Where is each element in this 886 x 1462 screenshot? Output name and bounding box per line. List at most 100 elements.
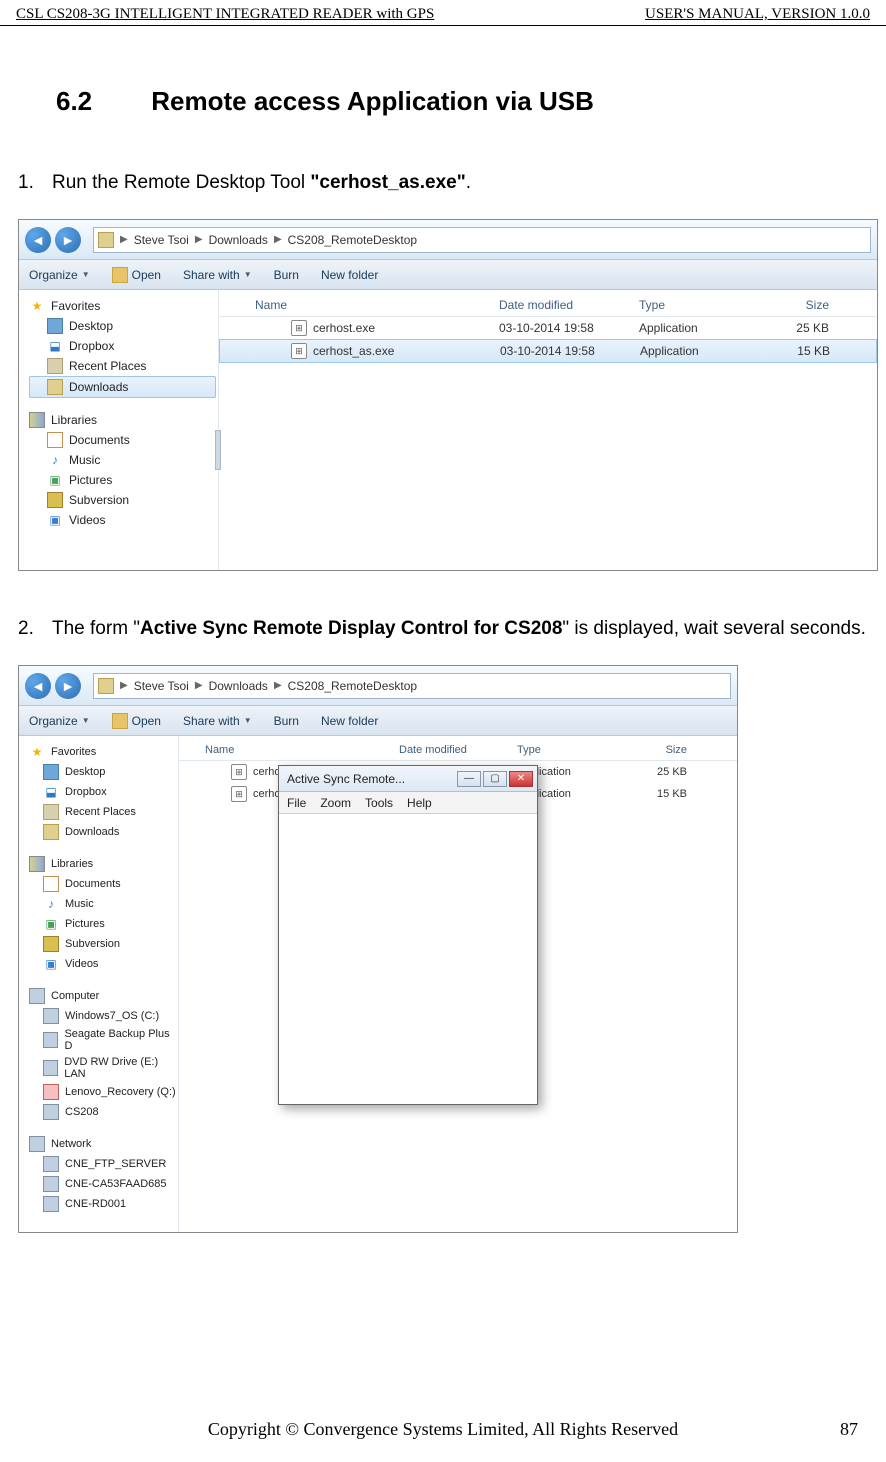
tree-item-music[interactable]: ♪Music	[29, 450, 216, 470]
share-with-button[interactable]: Share with ▼	[183, 714, 252, 728]
tree-group-libraries: Libraries Documents ♪Music ▣Pictures Sub…	[29, 410, 216, 530]
tree-header-network[interactable]: Network	[29, 1134, 176, 1154]
organize-button[interactable]: Organize ▼	[29, 268, 90, 282]
burn-button[interactable]: Burn	[274, 714, 299, 728]
tree-item-pictures[interactable]: ▣Pictures	[29, 470, 216, 490]
tree-header-libraries[interactable]: Libraries	[29, 410, 216, 430]
minimize-button[interactable]: —	[457, 771, 481, 787]
column-name[interactable]: Name	[219, 298, 499, 312]
new-folder-button[interactable]: New folder	[321, 268, 378, 282]
menu-zoom[interactable]: Zoom	[320, 796, 351, 810]
popup-menubar: File Zoom Tools Help	[279, 792, 537, 814]
breadcrumb-part-3[interactable]: CS208_RemoteDesktop	[288, 233, 417, 247]
back-button[interactable]: ◄	[25, 227, 51, 253]
computer-icon	[43, 1196, 59, 1212]
header-left: CSL CS208-3G INTELLIGENT INTEGRATED READ…	[16, 6, 434, 23]
tree-item-drive-cs208[interactable]: CS208	[29, 1102, 176, 1122]
close-button[interactable]: ✕	[509, 771, 533, 787]
videos-icon: ▣	[43, 956, 59, 972]
tree-item-music[interactable]: ♪Music	[29, 894, 176, 914]
breadcrumb-part-1[interactable]: Steve Tsoi	[134, 679, 189, 693]
tree-header-favorites[interactable]: ★Favorites	[29, 296, 216, 316]
menu-file[interactable]: File	[287, 796, 306, 810]
popup-titlebar[interactable]: Active Sync Remote... — ▢ ✕	[279, 766, 537, 792]
tree-item-recent[interactable]: Recent Places	[29, 802, 176, 822]
tree-item-drive-recovery[interactable]: Lenovo_Recovery (Q:)	[29, 1082, 176, 1102]
tree-item-subversion[interactable]: Subversion	[29, 934, 176, 954]
open-icon	[112, 713, 128, 729]
tree-item-documents[interactable]: Documents	[29, 874, 176, 894]
tree-item-dropbox[interactable]: ⬓Dropbox	[29, 782, 176, 802]
open-button[interactable]: Open	[112, 267, 161, 283]
chevron-down-icon: ▼	[244, 716, 252, 725]
star-icon: ★	[29, 744, 45, 760]
step-2-text: The form "Active Sync Remote Display Con…	[52, 611, 868, 647]
tree-item-subversion[interactable]: Subversion	[29, 490, 216, 510]
breadcrumb-part-2[interactable]: Downloads	[209, 233, 268, 247]
column-type[interactable]: Type	[639, 298, 769, 312]
breadcrumb[interactable]: ▶ Steve Tsoi ▶ Downloads ▶ CS208_RemoteD…	[93, 227, 871, 253]
tree-item-videos[interactable]: ▣Videos	[29, 510, 216, 530]
tree-group-libraries: Libraries Documents ♪Music ▣Pictures Sub…	[29, 854, 176, 974]
tree-item-dropbox[interactable]: ⬓Dropbox	[29, 336, 216, 356]
chevron-right-icon: ▶	[274, 680, 282, 691]
tree-header-libraries[interactable]: Libraries	[29, 854, 176, 874]
network-icon	[29, 1136, 45, 1152]
tree-item-desktop[interactable]: Desktop	[29, 762, 176, 782]
breadcrumb-part-3[interactable]: CS208_RemoteDesktop	[288, 679, 417, 693]
tree-header-favorites[interactable]: ★Favorites	[29, 742, 176, 762]
file-row[interactable]: ⊞cerhost_as.exe 03-10-2014 19:58 Applica…	[219, 339, 877, 363]
pictures-icon: ▣	[43, 916, 59, 932]
navigation-pane: ★Favorites Desktop ⬓Dropbox Recent Place…	[19, 290, 219, 570]
tree-item-network-3[interactable]: CNE-RD001	[29, 1194, 176, 1214]
tree-item-downloads[interactable]: Downloads	[29, 822, 176, 842]
pane-resizer[interactable]	[215, 430, 221, 470]
maximize-button[interactable]: ▢	[483, 771, 507, 787]
menu-help[interactable]: Help	[407, 796, 432, 810]
desktop-icon	[47, 318, 63, 334]
header-right: USER'S MANUAL, VERSION 1.0.0	[645, 6, 870, 23]
dvd-icon	[43, 1060, 58, 1076]
open-button[interactable]: Open	[112, 713, 161, 729]
toolbar: Organize ▼ Open Share with ▼ Burn New fo…	[19, 260, 877, 290]
menu-tools[interactable]: Tools	[365, 796, 393, 810]
file-size: 15 KB	[770, 344, 860, 358]
breadcrumb-part-2[interactable]: Downloads	[209, 679, 268, 693]
chevron-down-icon: ▼	[244, 270, 252, 279]
popup-body	[279, 814, 537, 1104]
page-content: 6.2 Remote access Application via USB 1.…	[0, 26, 886, 1233]
open-icon	[112, 267, 128, 283]
file-row[interactable]: ⊞cerhost.exe 03-10-2014 19:58 Applicatio…	[219, 317, 877, 339]
tree-item-network-1[interactable]: CNE_FTP_SERVER	[29, 1154, 176, 1174]
tree-item-downloads[interactable]: Downloads	[29, 376, 216, 398]
tree-header-computer[interactable]: Computer	[29, 986, 176, 1006]
tree-item-documents[interactable]: Documents	[29, 430, 216, 450]
breadcrumb[interactable]: ▶ Steve Tsoi ▶ Downloads ▶ CS208_RemoteD…	[93, 673, 731, 699]
tree-item-videos[interactable]: ▣Videos	[29, 954, 176, 974]
tree-item-pictures[interactable]: ▣Pictures	[29, 914, 176, 934]
tree-item-recent[interactable]: Recent Places	[29, 356, 216, 376]
organize-button[interactable]: Organize ▼	[29, 714, 90, 728]
column-size[interactable]: Size	[769, 298, 859, 312]
share-with-button[interactable]: Share with ▼	[183, 268, 252, 282]
back-button[interactable]: ◄	[25, 673, 51, 699]
tree-item-drive-dvd[interactable]: DVD RW Drive (E:) LAN	[29, 1054, 176, 1082]
copyright-text: Copyright © Convergence Systems Limited,…	[208, 1419, 678, 1440]
breadcrumb-part-1[interactable]: Steve Tsoi	[134, 233, 189, 247]
burn-button[interactable]: Burn	[274, 268, 299, 282]
forward-button[interactable]: ►	[55, 673, 81, 699]
column-date[interactable]: Date modified	[499, 298, 639, 312]
tree-group-favorites: ★Favorites Desktop ⬓Dropbox Recent Place…	[29, 296, 216, 398]
column-name[interactable]: Name	[179, 744, 399, 756]
forward-button[interactable]: ►	[55, 227, 81, 253]
column-size[interactable]: Size	[627, 744, 707, 756]
tree-item-drive-c[interactable]: Windows7_OS (C:)	[29, 1006, 176, 1026]
tree-item-desktop[interactable]: Desktop	[29, 316, 216, 336]
column-date[interactable]: Date modified	[399, 744, 517, 756]
chevron-right-icon: ▶	[195, 234, 203, 245]
new-folder-button[interactable]: New folder	[321, 714, 378, 728]
tree-item-network-2[interactable]: CNE-CA53FAAD685	[29, 1174, 176, 1194]
tree-item-drive-seagate[interactable]: Seagate Backup Plus D	[29, 1026, 176, 1054]
drive-icon	[43, 1008, 59, 1024]
column-type[interactable]: Type	[517, 744, 627, 756]
